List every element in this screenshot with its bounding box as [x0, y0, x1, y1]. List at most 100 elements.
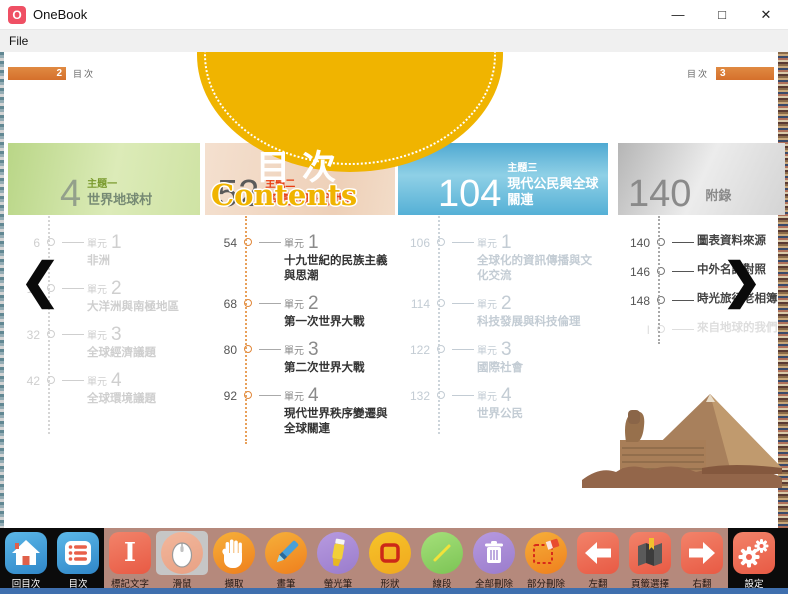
toc-column-3: 106單元1全球化的資訊傳播與文化交流 114單元2科技發展與科技倫理 122單元3…	[398, 217, 598, 432]
toc-entry: 單元1全球化的資訊傳播與文化交流	[477, 233, 598, 284]
toc-marker-dash	[62, 380, 84, 381]
toc-column-2: 54 單元1十九世紀的民族主義與思潮 68單元2第一次世界大戰 80單元3第二次世界大…	[205, 217, 398, 447]
tool-toc-button[interactable]: 目次	[52, 528, 104, 588]
toc-item[interactable]: 42 單元4全球環境議題	[8, 371, 200, 407]
next-page-arrow[interactable]: ❯	[722, 258, 762, 306]
toc-page-number: 148	[618, 291, 650, 308]
tool-page-right-button[interactable]: 右翻	[676, 528, 728, 588]
section-topic: 主題一	[87, 179, 152, 192]
text-mark-icon: I	[109, 532, 151, 574]
tool-line-button[interactable]: 線段	[416, 528, 468, 588]
toc-entry-title: 科技發展與科技倫理	[477, 315, 598, 330]
toc-entry: 單元2第一次世界大戰	[284, 294, 398, 330]
section-header-appendix: 140 附錄	[618, 143, 785, 215]
tool-label: 線段	[432, 576, 451, 590]
tool-label: 部分刪除	[527, 576, 565, 590]
window-title: OneBook	[33, 7, 87, 22]
toc-entry: 單元4全球環境議題	[87, 371, 200, 407]
toc-entry: 單元1十九世紀的民族主義與思潮	[284, 233, 398, 284]
toc-page-number: 42	[8, 371, 40, 407]
gears-icon	[733, 532, 775, 574]
onebook-logo-icon: O	[8, 6, 26, 24]
toc-item[interactable]: 92單元4現代世界秩序變遷與全球關連	[205, 386, 398, 437]
toc-marker-circle-icon	[47, 238, 55, 246]
toc-marker-circle-icon	[437, 345, 445, 353]
toc-item[interactable]: 54 單元1十九世紀的民族主義與思潮	[205, 233, 398, 284]
toc-item[interactable]: 68單元2第一次世界大戰	[205, 294, 398, 330]
hand-icon	[213, 532, 255, 574]
toc-unit-label: 單元2	[87, 279, 200, 298]
titlebar: O OneBook — □ ✕	[0, 0, 788, 30]
tool-label: 頁籤選擇	[631, 576, 669, 590]
tool-highlighter-button[interactable]: 螢光筆	[312, 528, 364, 588]
toc-marker-circle-icon	[657, 325, 665, 333]
minimize-button[interactable]: —	[656, 0, 700, 29]
toc-entry-title: 全球化的資訊傳播與文化交流	[477, 254, 598, 284]
mouse-icon	[161, 532, 203, 574]
shape-icon	[369, 532, 411, 574]
toc-item[interactable]: 114單元2科技發展與科技倫理	[398, 294, 598, 330]
toc-entry-title: 世界公民	[477, 407, 598, 422]
previous-page-arrow[interactable]: ❮	[20, 258, 60, 306]
tool-erase-all-button[interactable]: 全部刪除	[468, 528, 520, 588]
toc-entry-title: 來自地球的我們	[697, 321, 785, 336]
toc-item[interactable]: 140圖表資料來源	[618, 233, 785, 250]
page-number-tab: 3	[716, 67, 774, 80]
toc-entry: 單元2 大洋洲與南極地區	[87, 279, 200, 315]
page-number-tab: 2	[8, 67, 66, 80]
trash-icon	[473, 532, 515, 574]
tool-page-tabs-button[interactable]: 頁籤選擇	[624, 528, 676, 588]
tool-mouse-button[interactable]: 滑鼠	[156, 528, 208, 588]
toc-item[interactable]: 122單元3國際社會	[398, 340, 598, 376]
toolbar-group-right: 設定頁碼	[728, 528, 788, 588]
tool-shape-button[interactable]: 形狀	[364, 528, 416, 588]
tool-label: 擷取	[224, 576, 243, 590]
toc-item[interactable]: 32單元3全球經濟議題	[8, 325, 200, 361]
toc-unit-label: 單元1	[284, 233, 398, 252]
toc-marker-dash	[259, 303, 281, 304]
toc-item[interactable]: 80單元3第二次世界大戰	[205, 340, 398, 376]
toc-entry-title: 大洋洲與南極地區	[87, 300, 200, 315]
line-icon	[421, 532, 463, 574]
toc-marker-dash	[672, 300, 694, 301]
tool-page-number-button[interactable]: 頁碼	[780, 528, 788, 588]
toc-item[interactable]: I 來自地球的我們	[618, 320, 785, 337]
tool-page-left-button[interactable]: 左翻	[572, 528, 624, 588]
tool-settings-button[interactable]: 設定	[728, 528, 780, 588]
tool-erase-part-button[interactable]: 部分刪除	[520, 528, 572, 588]
toc-marker-circle-icon	[657, 267, 665, 275]
toc-marker-dash	[259, 395, 281, 396]
toc-entry: 單元3全球經濟議題	[87, 325, 200, 361]
sphinx-pyramid-image	[582, 388, 782, 496]
toc-entry: 單元3國際社會	[477, 340, 598, 376]
tool-grab-button[interactable]: 擷取	[208, 528, 260, 588]
toc-marker-dash	[672, 329, 694, 330]
toc-item[interactable]: 106單元1全球化的資訊傳播與文化交流	[398, 233, 598, 284]
toc-column-1: 6單元1非洲18單元2大洋洲與南極地區32單元3全球經濟議題42單元4全球環境議…	[8, 217, 200, 417]
contents-title-en: Contents	[211, 178, 357, 212]
maximize-button[interactable]: □	[700, 0, 744, 29]
toc-marker-circle-icon	[244, 391, 252, 399]
tool-home-button[interactable]: 回目次	[0, 528, 52, 588]
arrow-left-icon	[577, 532, 619, 574]
toc-item[interactable]: 132單元4世界公民	[398, 386, 598, 422]
page-corner-label: 目次	[73, 67, 95, 80]
tool-mark-text-button[interactable]: I標記文字	[104, 528, 156, 588]
pen-icon	[265, 532, 307, 574]
toc-entry-title: 現代世界秩序變遷與全球關連	[284, 407, 398, 437]
toolbar-group-left: 回目次目次	[0, 528, 104, 588]
toc-entry-title: 全球經濟議題	[87, 346, 200, 361]
toc-page-number: I	[618, 320, 650, 337]
toc-entry: 單元2科技發展與科技倫理	[477, 294, 598, 330]
toc-page-number: 146	[618, 262, 650, 279]
tool-pen-button[interactable]: 畫筆	[260, 528, 312, 588]
toc-marker-dash	[62, 288, 84, 289]
tool-label: 畫筆	[276, 576, 295, 590]
close-button[interactable]: ✕	[744, 0, 788, 29]
toc-marker-dash	[452, 242, 474, 243]
menu-file[interactable]: File	[0, 32, 37, 50]
toc-marker-dash	[452, 395, 474, 396]
toolbar-group-middle: I標記文字滑鼠擷取 畫筆 螢光筆形狀線段 全部刪除部分刪除左翻頁籤選擇右翻	[104, 528, 728, 588]
toc-page-number: 54	[205, 233, 237, 284]
section-page-number: 140	[628, 178, 691, 210]
